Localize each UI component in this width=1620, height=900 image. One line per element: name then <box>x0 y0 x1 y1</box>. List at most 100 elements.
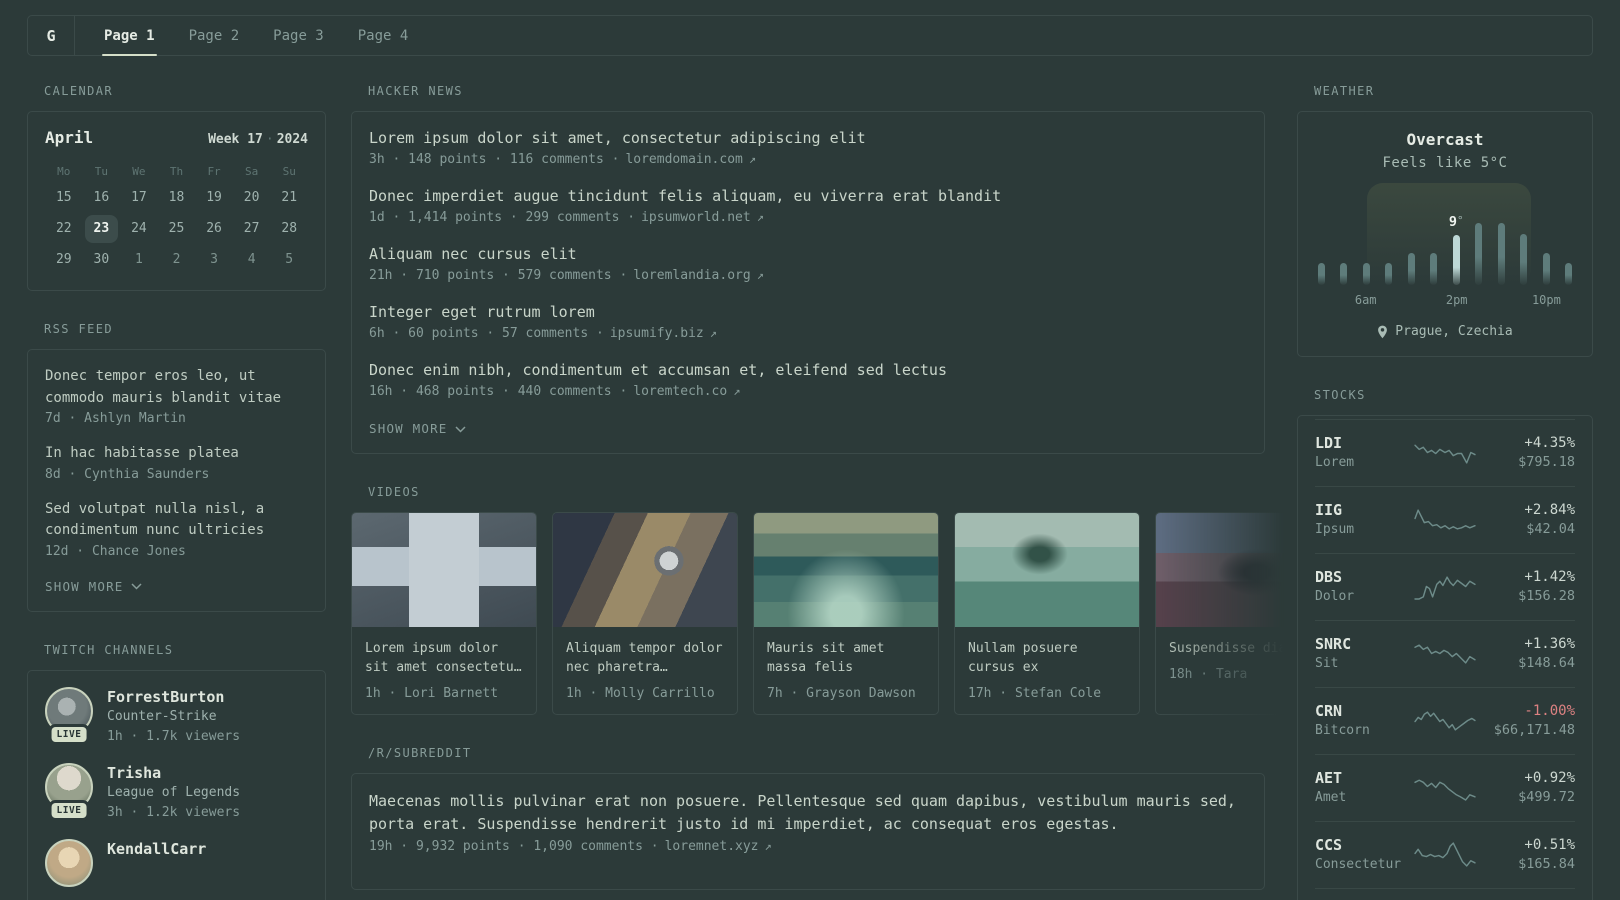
nav-tab[interactable]: Page 4 <box>348 16 419 55</box>
external-link-icon: ↗ <box>756 210 764 224</box>
video-card[interactable]: Nullam posuere cursus ex 17h · Stefan Co… <box>954 512 1140 715</box>
calendar-card: April Week 17 · 2024 Mo Tu We Th Fr Sa Su 15 16 17… <box>27 111 326 291</box>
twitch-game: Counter-Strike <box>107 708 217 724</box>
twitch-viewers-meta: 3h · 1.2k viewers <box>107 804 241 820</box>
calendar-weekday: Sa <box>245 165 259 178</box>
stock-values: -1.00% $66,171.48 <box>1476 701 1575 740</box>
nav-tab[interactable]: Page 1 <box>94 16 165 56</box>
reddit-post-stats: 19h · 9,932 points · 1,090 comments · <box>369 839 659 854</box>
video-card[interactable]: Suspendisse diam 18h · Tara <box>1155 512 1293 715</box>
stock-row[interactable]: DBS Dolor +1.42% $156.28 <box>1315 553 1575 620</box>
hacker-news-list: Lorem ipsum dolor sit amet, consectetur … <box>369 128 1247 399</box>
hn-item-domain-link[interactable]: ipsumify.biz <box>610 326 704 341</box>
stock-price: $42.04 <box>1526 521 1575 537</box>
calendar-day: 30 <box>93 252 110 267</box>
stock-row[interactable]: SNRC Sit +1.36% $148.64 <box>1315 620 1575 687</box>
stock-change-percent: -1.00% <box>1524 703 1575 719</box>
app-logo[interactable]: G <box>28 16 75 55</box>
stock-identity: DBS Dolor <box>1315 567 1414 606</box>
external-link-icon: ↗ <box>733 384 741 398</box>
top-nav: G Page 1 Page 2 Page 3 Page 4 <box>27 15 1593 56</box>
video-card[interactable]: Mauris sit amet massa felis 7h · Grayson… <box>753 512 939 715</box>
stock-company-name: Dolor <box>1315 589 1355 604</box>
stock-sparkline <box>1414 576 1476 600</box>
videos-section: VIDEOS Lorem ipsum dolor sit amet consec… <box>351 485 1293 715</box>
temp-bar-fill <box>1475 223 1483 285</box>
hn-item-domain-link[interactable]: ipsumworld.net <box>641 210 751 225</box>
calendar-week-year: Week 17 · 2024 <box>208 132 308 147</box>
stock-sparkline <box>1414 444 1476 464</box>
temp-bar <box>1340 263 1348 285</box>
temp-bar-fill <box>1430 253 1438 285</box>
temp-bar-fill <box>1340 263 1348 285</box>
stock-row[interactable]: CCS Consectetur +0.51% $165.84 <box>1315 821 1575 888</box>
twitch-channel-row[interactable]: LIVE Trisha League of Legends 3h · 1.2k … <box>45 762 308 822</box>
twitch-channel-row[interactable]: KendallCarr <box>45 838 308 887</box>
temp-bar <box>1520 234 1528 285</box>
hn-item-domain-link[interactable]: loremtech.co <box>633 384 727 399</box>
reddit-post-domain-link[interactable]: loremnet.xyz <box>665 839 759 854</box>
video-card[interactable]: Aliquam tempor dolor nec pharetra… 1h · … <box>552 512 738 715</box>
hn-item: Donec imperdiet augue tincidunt felis al… <box>369 186 1247 225</box>
hn-item-stats: 21h · 710 points · 579 comments · <box>369 268 628 283</box>
hn-show-more-button[interactable]: SHOW MORE <box>369 421 466 436</box>
hacker-news-section: HACKER NEWS Lorem ipsum dolor sit amet, … <box>351 84 1265 454</box>
calendar-day: 24 <box>131 221 147 236</box>
stock-company-name: Bitcorn <box>1315 723 1370 738</box>
hn-item-title[interactable]: Donec enim nibh, condimentum et accumsan… <box>369 360 1247 381</box>
rss-item-title[interactable]: Donec tempor eros leo, ut commodo mauris… <box>45 366 308 409</box>
rss-item-title[interactable]: In hac habitasse platea <box>45 443 308 465</box>
stock-values: +0.92% $499.72 <box>1476 768 1575 807</box>
hn-item-domain-link[interactable]: loremdomain.com <box>625 152 742 167</box>
hn-item-title[interactable]: Lorem ipsum dolor sit amet, consectetur … <box>369 128 1247 149</box>
video-meta: 1h · Molly Carrillo <box>566 686 715 701</box>
stock-ticker: SNRC <box>1315 635 1352 653</box>
stock-values: +4.35% $795.18 <box>1476 433 1575 472</box>
hour-tick-label: 10pm <box>1531 293 1561 307</box>
show-more-label: SHOW MORE <box>369 421 448 436</box>
video-thumbnail <box>955 513 1139 627</box>
calendar-week: Week 17 <box>208 132 263 147</box>
external-link-icon: ↗ <box>756 268 764 282</box>
stock-company-name: Ipsum <box>1315 522 1355 537</box>
reddit-post-title[interactable]: Maecenas mollis pulvinar erat non posuer… <box>369 790 1247 836</box>
rss-show-more-button[interactable]: SHOW MORE <box>45 579 142 594</box>
weather-location-text: Prague, Czechia <box>1395 324 1513 339</box>
hn-item-stats: 6h · 60 points · 57 comments · <box>369 326 604 341</box>
stock-row[interactable]: LDI Lorem +4.35% $795.18 <box>1315 419 1575 486</box>
subreddit-section-label: /R/SUBREDDIT <box>368 746 472 760</box>
stock-row[interactable]: AHS +0.46% <box>1315 888 1575 900</box>
calendar-weekday: Fr <box>207 165 221 178</box>
weather-section-label: WEATHER <box>1314 84 1375 98</box>
stock-change-percent: +1.36% <box>1524 636 1575 652</box>
rss-item-title[interactable]: Sed volutpat nulla nisl, a condimentum n… <box>45 499 308 542</box>
hn-item-title[interactable]: Donec imperdiet augue tincidunt felis al… <box>369 186 1247 207</box>
nav-tab[interactable]: Page 2 <box>179 16 250 55</box>
hn-item-title[interactable]: Integer eget rutrum lorem <box>369 302 1247 323</box>
rss-item-meta: 12d · Chance Jones <box>45 543 186 559</box>
stock-row[interactable]: IIG Ipsum +2.84% $42.04 <box>1315 486 1575 553</box>
calendar-weekday: Th <box>169 165 184 178</box>
reddit-post: Maecenas mollis pulvinar erat non posuer… <box>369 790 1247 854</box>
stocks-section: STOCKS LDI Lorem +4.35% $795.18 IIG Ipsu… <box>1297 388 1593 900</box>
rss-section: RSS FEED Donec tempor eros leo, ut commo… <box>27 322 326 612</box>
calendar-day: 15 <box>55 190 72 205</box>
hn-item-title[interactable]: Aliquam nec cursus elit <box>369 244 1247 265</box>
hn-item: Lorem ipsum dolor sit amet, consectetur … <box>369 128 1247 167</box>
nav-tab[interactable]: Page 3 <box>263 16 334 55</box>
subreddit-section: /R/SUBREDDIT Maecenas mollis pulvinar er… <box>351 746 1265 890</box>
hn-item-domain-link[interactable]: loremlandia.org <box>633 268 750 283</box>
stock-sparkline <box>1414 509 1476 530</box>
stock-company-name: Lorem <box>1315 455 1355 470</box>
hn-item-meta: 6h · 60 points · 57 comments · ipsumify.… <box>369 326 1247 341</box>
stock-row[interactable]: CRN Bitcorn -1.00% $66,171.48 <box>1315 687 1575 754</box>
temp-bar <box>1542 253 1550 285</box>
stock-ticker: CRN <box>1315 702 1343 720</box>
calendar-day: 26 <box>206 221 222 236</box>
hn-item-meta: 1d · 1,414 points · 299 comments · ipsum… <box>369 210 1247 225</box>
twitch-channel-row[interactable]: LIVE ForrestBurton Counter-Strike 1h · 1… <box>45 686 308 746</box>
stock-row[interactable]: AET Amet +0.92% $499.72 <box>1315 754 1575 821</box>
video-card[interactable]: Lorem ipsum dolor sit amet consectetu… 1… <box>351 512 537 715</box>
video-title: Lorem ipsum dolor sit amet consectetu… <box>365 641 522 675</box>
reddit-post-meta: 19h · 9,932 points · 1,090 comments · lo… <box>369 839 1247 854</box>
